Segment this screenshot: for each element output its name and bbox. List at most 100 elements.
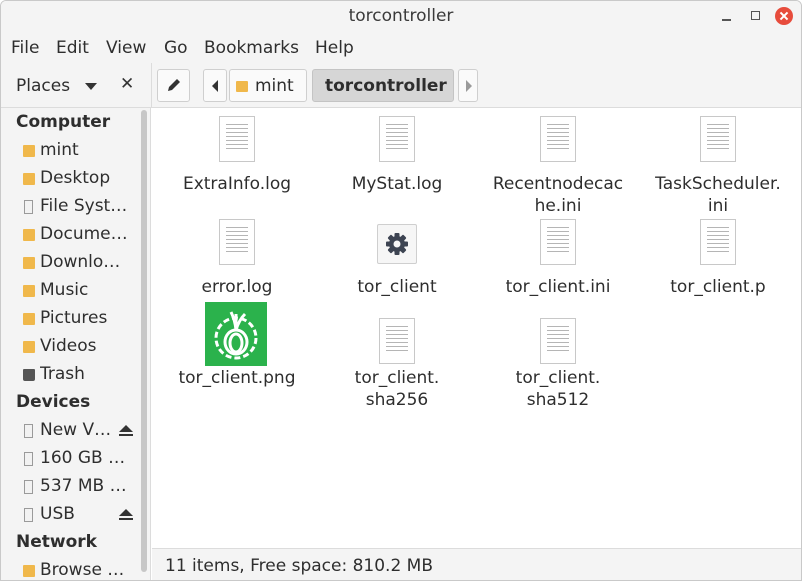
home-folder-icon: [236, 81, 248, 92]
sidebar-item-label: Music: [40, 280, 89, 300]
minimize-button[interactable]: [719, 8, 735, 24]
location-toolbar: mint torcontroller: [151, 63, 801, 108]
file-name: tor_client.ini: [505, 277, 611, 297]
breadcrumb-back-button[interactable]: [203, 69, 227, 102]
close-sidebar-icon[interactable]: ✕: [120, 74, 134, 94]
drive-icon: [24, 480, 33, 494]
file-manager-window: torcontroller File Edit View Go Bookmark…: [0, 0, 802, 581]
text-file-icon: [540, 116, 576, 162]
sidebar-item-label: Pictures: [40, 308, 108, 328]
section-computer: Computer: [16, 112, 111, 132]
dropdown-arrow-icon[interactable]: [85, 83, 97, 90]
breadcrumb-label: torcontroller: [325, 76, 447, 96]
sidebar-item-label: mint: [40, 140, 79, 160]
sidebar-item-label: Videos: [40, 336, 97, 356]
menu-edit[interactable]: Edit: [56, 38, 89, 58]
sidebar-scrollbar[interactable]: [141, 110, 147, 572]
sidebar-item-label: File Syst…: [40, 196, 128, 216]
sidebar-item-documents[interactable]: Docume…: [21, 223, 136, 247]
home-folder-icon: [23, 145, 35, 157]
file-name: tor_client.: [515, 368, 601, 388]
file-name: Recentnodecac: [492, 174, 624, 194]
sidebar-item-label: Desktop: [40, 168, 111, 188]
window-title: torcontroller: [348, 6, 454, 26]
drive-icon: [24, 452, 33, 466]
text-file-icon: [219, 219, 255, 265]
menu-go[interactable]: Go: [164, 38, 188, 58]
text-file-icon: [540, 318, 576, 364]
documents-folder-icon: [23, 229, 35, 241]
pictures-folder-icon: [23, 313, 35, 325]
breadcrumb-mint[interactable]: mint: [229, 69, 307, 102]
sidebar-item-mint[interactable]: mint: [21, 139, 136, 163]
text-file-icon: [219, 116, 255, 162]
edit-location-button[interactable]: [157, 69, 190, 102]
chevron-right-icon: [466, 80, 472, 92]
breadcrumb-forward-button[interactable]: [458, 69, 478, 102]
downloads-folder-icon: [23, 257, 35, 269]
file-icon-view: ExtraInfo.log MyStat.log Recentnodecac h…: [152, 108, 801, 548]
file-name: he.ini: [534, 196, 582, 216]
places-header: Places ✕: [1, 63, 151, 108]
sidebar-item-label: Trash: [40, 364, 85, 384]
drive-icon: [24, 200, 33, 214]
file-name: sha256: [365, 390, 429, 410]
menu-help[interactable]: Help: [315, 38, 354, 58]
file-name: TaskScheduler.: [655, 174, 781, 194]
executable-gear-icon: [377, 224, 417, 264]
sidebar-item-label: Browse …: [40, 560, 125, 580]
sidebar-item-music[interactable]: Music: [21, 279, 136, 303]
breadcrumb-current[interactable]: torcontroller: [312, 69, 454, 102]
menu-file[interactable]: File: [11, 38, 39, 58]
sidebar-item-label: 537 MB …: [40, 476, 127, 496]
text-file-icon: [379, 318, 415, 364]
folder-icon: [23, 173, 35, 185]
section-network: Network: [16, 532, 97, 552]
file-name: ExtraInfo.log: [182, 174, 292, 194]
drive-icon: [24, 508, 33, 522]
sidebar-item-label: USB: [40, 504, 75, 524]
network-icon: [23, 565, 35, 577]
status-bar: 11 items, Free space: 810.2 MB: [152, 548, 801, 580]
places-sidebar: Computer mint Desktop File Syst… Docume……: [1, 108, 151, 580]
sidebar-item-label: 160 GB …: [40, 448, 126, 468]
file-name: error.log: [201, 277, 273, 297]
sidebar-item-usb[interactable]: USB: [21, 503, 136, 527]
drive-icon: [24, 424, 33, 438]
file-name: tor_client: [357, 277, 437, 297]
text-file-icon: [379, 116, 415, 162]
sidebar-item-label: Docume…: [40, 224, 128, 244]
sidebar-item-browse-network[interactable]: Browse …: [21, 559, 136, 580]
menu-bar: File Edit View Go Bookmarks Help: [1, 32, 801, 63]
sidebar-item-filesystem[interactable]: File Syst…: [21, 195, 136, 219]
sidebar-item-downloads[interactable]: Downlo…: [21, 251, 136, 275]
menu-bookmarks[interactable]: Bookmarks: [204, 38, 299, 58]
pencil-icon: [168, 79, 180, 91]
tor-onion-image-icon: [205, 302, 267, 366]
file-name: tor_client.png: [178, 368, 296, 388]
status-text: 11 items, Free space: 810.2 MB: [165, 556, 433, 576]
sidebar-item-trash[interactable]: Trash: [21, 363, 136, 387]
file-name: ini: [707, 196, 729, 216]
videos-folder-icon: [23, 341, 35, 353]
close-window-button[interactable]: [775, 7, 793, 25]
sidebar-item-pictures[interactable]: Pictures: [21, 307, 136, 331]
sidebar-item-160gb[interactable]: 160 GB …: [21, 447, 136, 471]
sidebar-item-label: Downlo…: [40, 252, 121, 272]
maximize-button[interactable]: [748, 8, 764, 24]
title-bar[interactable]: torcontroller: [1, 1, 801, 32]
text-file-icon: [540, 219, 576, 265]
text-file-icon: [700, 219, 736, 265]
section-devices: Devices: [16, 392, 91, 412]
sidebar-item-537mb[interactable]: 537 MB …: [21, 475, 136, 499]
sidebar-item-new-volume[interactable]: New V…: [21, 419, 136, 443]
sidebar-item-label: New V…: [40, 420, 112, 440]
breadcrumb-label: mint: [255, 76, 294, 96]
sidebar-item-desktop[interactable]: Desktop: [21, 167, 136, 191]
sidebar-item-videos[interactable]: Videos: [21, 335, 136, 359]
trash-icon: [23, 369, 35, 381]
file-name: sha512: [526, 390, 590, 410]
places-dropdown-label[interactable]: Places: [16, 76, 70, 96]
text-file-icon: [700, 116, 736, 162]
menu-view[interactable]: View: [106, 38, 146, 58]
